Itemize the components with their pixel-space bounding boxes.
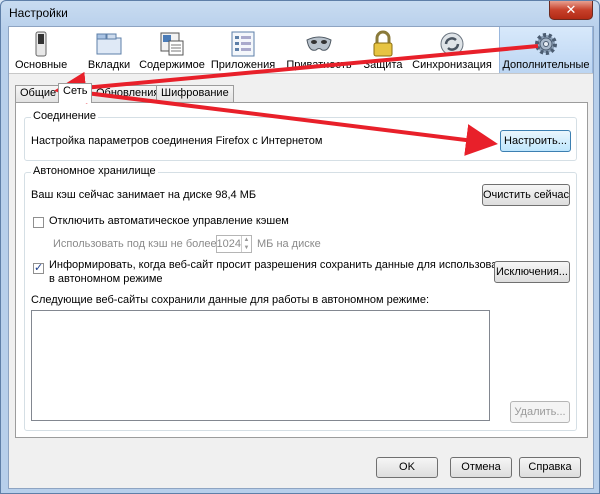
cache-limit-value: 1024 xyxy=(216,238,241,250)
stepper-arrows-icon[interactable]: ▲ ▼ xyxy=(241,236,251,252)
toolbar-item-label: Дополнительные xyxy=(502,59,590,71)
tab-updates[interactable]: Обновления xyxy=(91,85,165,102)
applications-icon xyxy=(231,31,255,57)
tab-network[interactable]: Сеть xyxy=(58,83,93,103)
cache-limit-stepper[interactable]: 1024 ▲ ▼ xyxy=(216,235,252,253)
notify-offline-checkbox[interactable] xyxy=(33,261,44,274)
client-area: Основные Вкладки Содержимое Приложения П… xyxy=(8,26,594,489)
toolbar-item-privacy[interactable]: Приватность xyxy=(281,27,357,73)
tab-general[interactable]: Общие xyxy=(15,85,62,102)
mask-icon xyxy=(306,36,332,51)
offline-sites-list[interactable] xyxy=(31,310,490,421)
cache-limit-prefix: Использовать под кэш не более xyxy=(53,238,217,250)
tabs-icon xyxy=(96,33,122,55)
cache-usage-text: Ваш кэш сейчас занимает на диске 98,4 МБ xyxy=(31,189,257,201)
connection-description: Настройка параметров соединения Firefox … xyxy=(31,135,323,147)
offline-storage-legend: Автономное хранилище xyxy=(31,165,158,177)
window-title: Настройки xyxy=(9,6,68,20)
connection-legend: Соединение xyxy=(31,110,99,122)
toolbar-item-applications[interactable]: Приложения xyxy=(207,27,279,73)
toolbar-item-content[interactable]: Содержимое xyxy=(137,27,207,73)
switch-icon xyxy=(35,31,47,57)
toolbar-item-label: Основные xyxy=(15,59,68,71)
help-button[interactable]: Справка xyxy=(519,457,581,478)
toolbar-item-label: Защита xyxy=(363,59,403,71)
tab-encryption[interactable]: Шифрование xyxy=(156,85,234,102)
title-bar[interactable]: Настройки ✕ xyxy=(1,1,599,25)
connection-group: Соединение Настройка параметров соединен… xyxy=(24,110,577,161)
sync-icon xyxy=(440,32,464,56)
toolbar-item-advanced[interactable]: Дополнительные xyxy=(499,27,593,73)
cache-limit-suffix: МБ на диске xyxy=(257,238,321,250)
settings-window: Настройки ✕ Основные Вкладки Содержимое … xyxy=(0,0,600,494)
offline-storage-group: Автономное хранилище Ваш кэш сейчас зани… xyxy=(24,165,577,431)
padlock-icon xyxy=(373,30,393,57)
exceptions-button[interactable]: Исключения... xyxy=(494,261,570,283)
close-button[interactable]: ✕ xyxy=(549,1,593,20)
ok-button[interactable]: OK xyxy=(376,457,438,478)
toolbar-item-security[interactable]: Защита xyxy=(361,27,405,73)
notify-offline-label-line1: Информировать, когда веб-сайт просит раз… xyxy=(49,259,516,271)
offline-sites-label: Следующие веб-сайты сохранили данные для… xyxy=(31,294,430,306)
toolbar-item-label: Приложения xyxy=(210,59,276,71)
configure-connection-button[interactable]: Настроить... xyxy=(500,130,571,152)
override-cache-checkbox[interactable] xyxy=(33,217,44,228)
category-toolbar: Основные Вкладки Содержимое Приложения П… xyxy=(9,27,593,74)
remove-site-button[interactable]: Удалить... xyxy=(510,401,570,423)
toolbar-item-sync[interactable]: Синхронизация xyxy=(407,27,497,73)
notify-offline-label-line2: в автономном режиме xyxy=(49,273,163,285)
gear-icon xyxy=(535,33,557,55)
content-icon xyxy=(160,32,184,56)
toolbar-item-label: Синхронизация xyxy=(412,59,492,71)
toolbar-item-general[interactable]: Основные xyxy=(15,27,67,73)
network-panel: Соединение Настройка параметров соединен… xyxy=(15,102,588,438)
toolbar-item-label: Содержимое xyxy=(139,59,205,71)
clear-cache-button[interactable]: Очистить сейчас xyxy=(482,184,570,206)
toolbar-item-tabs[interactable]: Вкладки xyxy=(83,27,135,73)
toolbar-item-label: Вкладки xyxy=(87,59,131,71)
override-cache-label: Отключить автоматическое управление кэше… xyxy=(49,215,289,227)
toolbar-item-label: Приватность xyxy=(286,59,352,71)
cancel-button[interactable]: Отмена xyxy=(450,457,512,478)
